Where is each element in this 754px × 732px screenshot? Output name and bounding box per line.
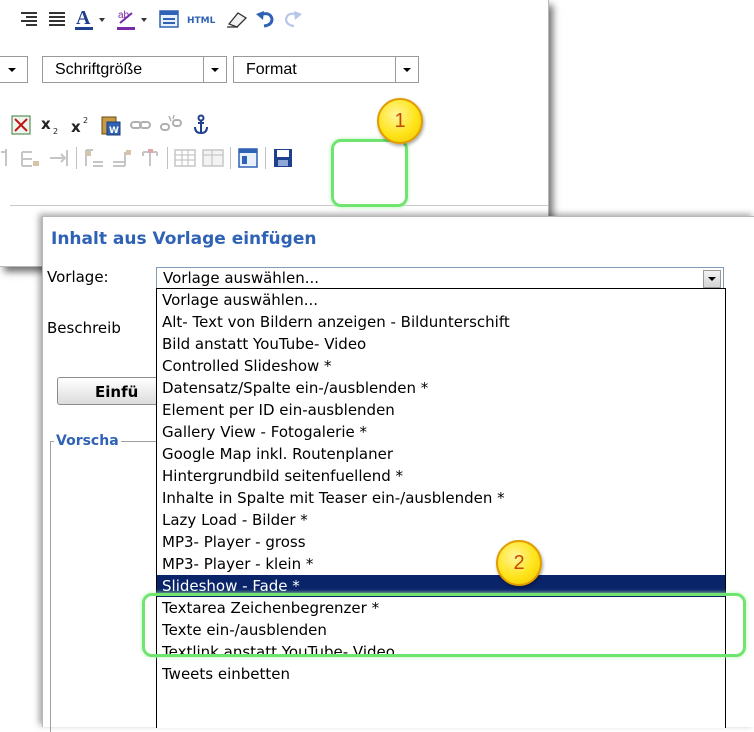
toolbar-separator (76, 147, 77, 169)
subscript-icon[interactable]: x2 (40, 114, 62, 136)
toolbar-separator (265, 147, 266, 169)
toolbar-row-4 (0, 146, 294, 170)
align-justify-icon[interactable] (46, 8, 68, 30)
table-row-after-icon[interactable] (20, 147, 42, 169)
table-col-before-icon[interactable] (83, 147, 105, 169)
dropdown-option[interactable]: Alt- Text von Bildern anzeigen - Bildunt… (157, 311, 725, 333)
svg-text:W: W (109, 126, 119, 136)
dropdown-option[interactable]: Datensatz/Spalte ein-/ausblenden * (157, 377, 725, 399)
eraser-icon[interactable] (226, 8, 248, 30)
dropdown-option[interactable]: MP3- Player - gross (157, 531, 725, 553)
toolbar-row-3: x2 x2 W (10, 112, 212, 138)
editor-area-border (10, 205, 548, 206)
table-properties-icon[interactable] (202, 147, 224, 169)
svg-text:x: x (41, 115, 51, 133)
dialog-title: Inhalt aus Vorlage einfügen (51, 229, 317, 249)
template-select[interactable]: Vorlage auswählen... (156, 267, 724, 290)
toolbar-row-1: A ab HTML (18, 6, 304, 32)
callout-1: 1 (377, 98, 423, 144)
font-size-select-label: Schriftgröße (55, 61, 143, 78)
save-icon[interactable] (272, 147, 294, 169)
table-col-after-icon[interactable] (111, 147, 133, 169)
template-label: Vorlage: (47, 268, 109, 286)
dropdown-option[interactable]: Bild anstatt YouTube- Video (157, 333, 725, 355)
unlink-icon[interactable] (160, 114, 182, 136)
template-select-value: Vorlage auswählen... (163, 269, 320, 287)
template-icon[interactable] (237, 147, 259, 169)
svg-text:x: x (71, 118, 81, 135)
dropdown-option[interactable]: Google Map inkl. Routenplaner (157, 443, 725, 465)
style-select-tail[interactable] (0, 56, 28, 83)
dropdown-option[interactable]: Lazy Load - Bilder * (157, 509, 725, 531)
table-merge-icon[interactable] (48, 147, 70, 169)
paste-word-icon[interactable]: W (100, 114, 122, 136)
dropdown-option[interactable]: Hintergrundbild seitenfuellend * (157, 465, 725, 487)
svg-text:2: 2 (53, 127, 58, 135)
template-window-icon[interactable] (158, 8, 180, 30)
toolbar-separator (230, 147, 231, 169)
background-color-icon[interactable]: ab (116, 8, 152, 30)
html-label: HTML (187, 16, 216, 26)
highlight-selected-option (142, 593, 746, 657)
format-select-label: Format (246, 61, 297, 78)
redo-icon[interactable] (282, 8, 304, 30)
dropdown-option[interactable]: Vorlage auswählen... (157, 289, 725, 311)
remove-format-icon[interactable] (10, 114, 32, 136)
link-icon[interactable] (130, 114, 152, 136)
svg-text:2: 2 (83, 116, 88, 125)
dropdown-option[interactable]: Inhalte in Spalte mit Teaser ein-/ausble… (157, 487, 725, 509)
chevron-down-icon[interactable] (703, 270, 721, 288)
table-insert-row-icon[interactable] (0, 147, 14, 169)
dropdown-option[interactable]: Controlled Slideshow * (157, 355, 725, 377)
svg-text:A: A (76, 7, 91, 29)
align-right-icon[interactable] (18, 8, 40, 30)
description-label: Beschreib (47, 319, 121, 337)
table-icon[interactable] (174, 147, 196, 169)
dropdown-option[interactable]: MP3- Player - klein * (157, 553, 725, 575)
html-source-icon[interactable]: HTML (186, 8, 220, 30)
font-size-select[interactable]: Schriftgröße (42, 56, 227, 83)
preview-legend: Vorscha (54, 433, 121, 449)
callout-2-number: 2 (513, 551, 525, 574)
template-dropdown-list[interactable]: Vorlage auswählen... Alt- Text von Bilder… (156, 288, 726, 728)
highlight-template-button (331, 139, 408, 207)
undo-icon[interactable] (254, 8, 276, 30)
dropdown-option[interactable]: Gallery View - Fotogalerie * (157, 421, 725, 443)
callout-1-number: 1 (394, 109, 406, 132)
callout-2: 2 (496, 540, 542, 586)
text-color-icon[interactable]: A (74, 7, 110, 30)
toolbar-separator (167, 147, 168, 169)
chevron-down-icon (395, 57, 418, 82)
format-select[interactable]: Format (233, 56, 419, 83)
dropdown-option[interactable]: Tweets einbetten (157, 663, 725, 685)
superscript-icon[interactable]: x2 (70, 114, 92, 136)
chevron-down-icon (203, 57, 226, 82)
dropdown-option[interactable]: Element per ID ein-ausblenden (157, 399, 725, 421)
anchor-icon[interactable] (190, 114, 212, 136)
table-delete-col-icon[interactable] (139, 147, 161, 169)
